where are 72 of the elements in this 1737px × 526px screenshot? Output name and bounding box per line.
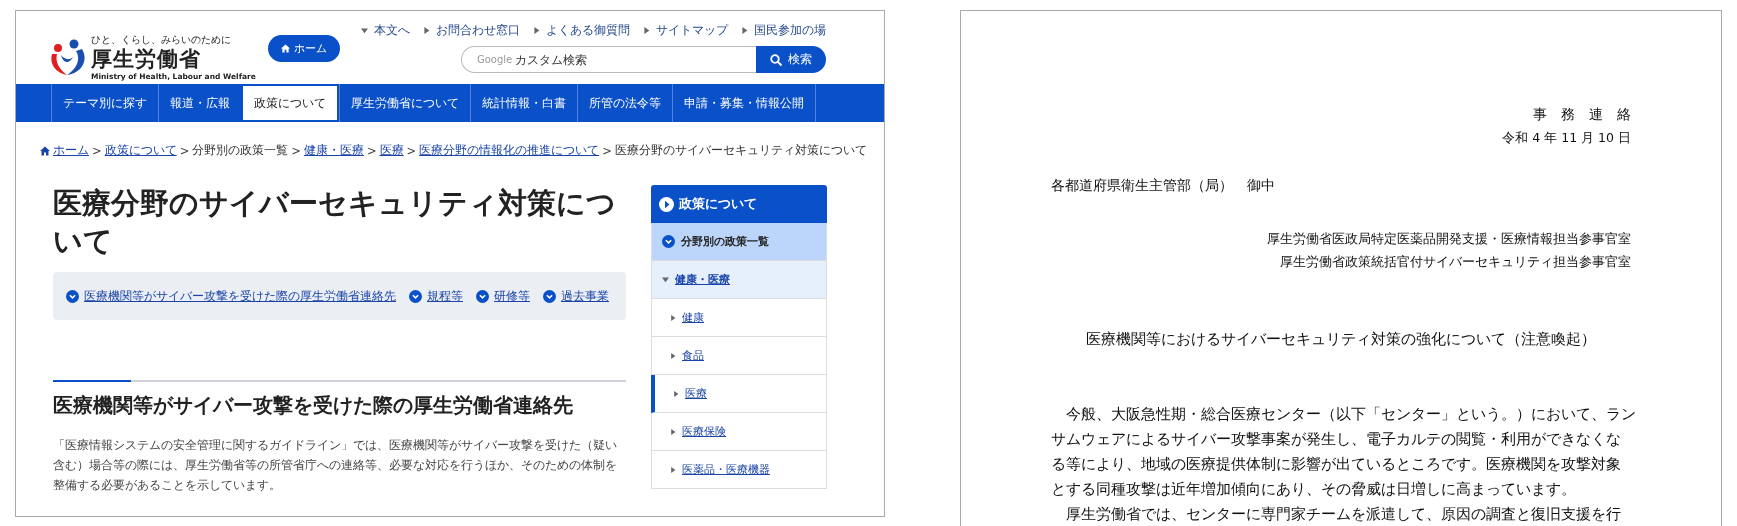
nav-tab[interactable]: 統計情報・白書 bbox=[470, 84, 577, 122]
sidebar-item[interactable]: 健康・医療 bbox=[651, 261, 827, 299]
nav-tab[interactable]: 所管の法令等 bbox=[577, 84, 672, 122]
chevron-down-icon bbox=[662, 235, 675, 248]
document-sender: 厚生労働省医政局特定医薬品開発支援・医療情報担当参事官室 bbox=[1267, 230, 1631, 248]
document-date: 令和 4 年 11 月 10 日 bbox=[1502, 130, 1631, 147]
caret-right-icon bbox=[533, 27, 540, 34]
sidebar-item[interactable]: 分野別の政策一覧 bbox=[651, 223, 827, 261]
breadcrumb-separator: > bbox=[366, 143, 377, 158]
breadcrumb-link[interactable]: ホーム bbox=[53, 142, 89, 159]
anchor-link[interactable]: 研修等 bbox=[476, 288, 530, 304]
logo-icon bbox=[49, 37, 87, 77]
breadcrumb-link[interactable]: 医療 bbox=[379, 142, 404, 159]
home-icon bbox=[280, 44, 290, 53]
caret-down-icon bbox=[662, 276, 669, 283]
utility-link[interactable]: よくある御質問 bbox=[533, 23, 630, 38]
document-addressee: 各都道府県衛生主管部（局） 御中 bbox=[1051, 177, 1276, 195]
sidebar-subitem[interactable]: 食品 bbox=[651, 337, 827, 375]
nav-tab[interactable]: 申請・募集・情報公開 bbox=[672, 84, 816, 122]
breadcrumb-link[interactable]: 健康・医療 bbox=[303, 142, 364, 159]
breadcrumb-label: 分野別の政策一覧 bbox=[192, 142, 289, 159]
play-icon bbox=[659, 196, 674, 212]
utility-link[interactable]: サイトマップ bbox=[643, 23, 728, 38]
caret-right-icon bbox=[673, 390, 679, 397]
document-sender: 厚生労働省政策統括官付サイバーセキュリティ担当参事官室 bbox=[1280, 253, 1631, 271]
home-button[interactable]: ホーム bbox=[267, 35, 340, 62]
sidebar-subitem[interactable]: 健康 bbox=[651, 299, 827, 337]
search-button[interactable]: 検索 bbox=[756, 46, 826, 73]
utility-link[interactable]: 国民参加の場 bbox=[741, 23, 826, 38]
chevron-down-icon bbox=[66, 289, 79, 303]
caret-down-icon bbox=[361, 27, 368, 34]
logo-tagline: ひと、くらし、みらいのために bbox=[91, 33, 232, 47]
section-text: 「医療情報システムの安全管理に関するガイドライン」では、医療機関等がサイバー攻撃を受けた（疑い含む）場合等の際には、厚生労働省等の所管省庁への連絡等、必要な対応を行うほか、そのための体制を整備する必要があることを示しています。 bbox=[53, 437, 618, 494]
breadcrumb-separator: > bbox=[92, 143, 102, 158]
breadcrumb-link[interactable]: 政策について bbox=[104, 142, 177, 159]
google-label: Google bbox=[477, 54, 513, 65]
home-icon bbox=[40, 145, 50, 156]
nav-tab[interactable]: 政策について bbox=[241, 84, 339, 122]
document-paragraph: 厚生労働省では、センターに専門家チームを派遣して、原因の調査と復旧支援を行 bbox=[1065, 504, 1622, 524]
breadcrumb-separator: > bbox=[602, 143, 612, 158]
anchor-link[interactable]: 過去事業 bbox=[543, 288, 609, 304]
document-heading: 事 務 連 絡 bbox=[1533, 106, 1631, 124]
chevron-down-icon bbox=[543, 289, 556, 303]
breadcrumb-separator: > bbox=[291, 143, 301, 158]
caret-right-icon bbox=[670, 352, 676, 359]
breadcrumb-separator: > bbox=[179, 143, 190, 158]
anchor-link[interactable]: 規程等 bbox=[409, 288, 463, 304]
sidebar-subitem[interactable]: 医薬品・医療機器 bbox=[651, 451, 827, 489]
section-heading: 医療機関等がサイバー攻撃を受けた際の厚生労働省連絡先 bbox=[53, 393, 574, 419]
breadcrumb-link[interactable]: 医療分野の情報化の推進について bbox=[419, 142, 600, 159]
search-icon bbox=[770, 53, 782, 66]
caret-right-icon bbox=[423, 27, 430, 34]
breadcrumb-separator: > bbox=[406, 143, 417, 158]
caret-right-icon bbox=[670, 466, 676, 473]
sidebar-subitem[interactable]: 医療保険 bbox=[651, 413, 827, 451]
chevron-down-icon bbox=[409, 289, 422, 303]
document-title: 医療機関等におけるサイバーセキュリティ対策の強化について（注意喚起） bbox=[1086, 330, 1596, 349]
sidebar-header[interactable]: 政策について bbox=[651, 185, 827, 223]
caret-right-icon bbox=[670, 314, 676, 321]
nav-tab[interactable]: テーマ別に探す bbox=[51, 84, 158, 122]
sidebar-subitem[interactable]: 医療 bbox=[651, 375, 827, 413]
anchor-link[interactable]: 医療機関等がサイバー攻撃を受けた際の厚生労働省連絡先 bbox=[66, 288, 396, 304]
utility-link[interactable]: お問合わせ窓口 bbox=[423, 23, 520, 38]
chevron-down-icon bbox=[476, 289, 489, 303]
utility-link[interactable]: 本文へ bbox=[361, 23, 410, 38]
caret-right-icon bbox=[741, 27, 748, 34]
caret-right-icon bbox=[643, 27, 650, 34]
caret-right-icon bbox=[670, 428, 676, 435]
breadcrumb-label: 医療分野のサイバーセキュリティ対策について bbox=[614, 142, 867, 159]
page-title: 医療分野のサイバーセキュリティ対策について bbox=[53, 186, 617, 260]
logo-name: 厚生労働省 bbox=[91, 47, 202, 72]
nav-tab[interactable]: 厚生労働省について bbox=[339, 84, 470, 122]
